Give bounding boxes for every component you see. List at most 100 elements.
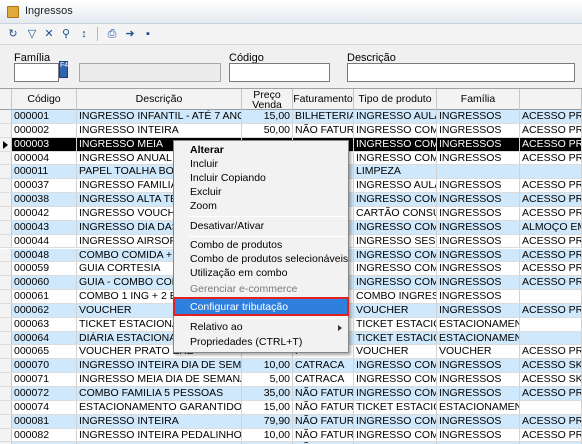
- table-row[interactable]: 000072 COMBO FAMILIA 5 PESSOAS 35,00 NÃO FA…: [0, 387, 582, 401]
- search-icon[interactable]: ⚲: [58, 26, 74, 42]
- cell-extra: ACESSO PRIN: [522, 303, 582, 317]
- cell-familia: INGRESSOS: [437, 276, 520, 290]
- save-icon[interactable]: ▪: [140, 26, 156, 42]
- cell-codigo: 000082: [12, 428, 77, 442]
- cell-extra: ACESSO PRIN: [522, 110, 582, 123]
- cell-tipo: INGRESSO COMUM: [354, 414, 437, 428]
- cell-codigo: 000062: [12, 303, 77, 317]
- cell-familia: INGRESSOS: [437, 428, 520, 442]
- menu-item-propriedades[interactable]: Propriedades (CTRL+T): [190, 336, 302, 349]
- cell-tipo: INGRESSO COMUM: [354, 220, 437, 234]
- table-row[interactable]: 000074 ESTACIONAMENTO GARANTIDO 15,00 NÃO F…: [0, 400, 582, 415]
- export-icon[interactable]: ➜: [122, 26, 138, 42]
- header-descricao[interactable]: Descrição: [77, 89, 242, 110]
- cell-familia: INGRESSOS: [437, 290, 520, 303]
- cell-tipo: TICKET ESTACION: [354, 331, 437, 345]
- cell-familia: INGRESSOS: [437, 151, 520, 165]
- header-familia[interactable]: Família: [437, 89, 520, 110]
- print-icon[interactable]: ⎙: [104, 26, 120, 42]
- cell-descricao: INGRESSO INTEIRA: [77, 414, 242, 428]
- cell-extra: [520, 165, 582, 179]
- cell-extra: [520, 290, 582, 303]
- row-indicator: [0, 276, 12, 290]
- menu-item-desativar-ativar[interactable]: Desativar/Ativar: [190, 220, 264, 233]
- menu-item-excluir[interactable]: Excluir: [190, 186, 222, 199]
- cell-codigo: 000048: [12, 248, 77, 262]
- menu-item-zoom[interactable]: Zoom: [190, 200, 217, 213]
- menu-item-incluir[interactable]: Incluir: [190, 158, 218, 171]
- toolbar: ↻ ▽ ✕ ⚲ ↕ ⎙ ➜ ▪: [0, 24, 582, 44]
- descricao-field[interactable]: [347, 63, 575, 82]
- familia-description-field: [79, 63, 221, 82]
- table-row[interactable]: 000081INGRESSO INTEIRA79,90NÃO FATURARIN…: [0, 414, 582, 429]
- menu-item-combo-selecionaveis[interactable]: Combo de produtos selecionáveis: [190, 253, 348, 266]
- cell-familia: INGRESSOS: [437, 179, 520, 193]
- cell-descricao: INGRESSO INTEIRA: [77, 123, 242, 137]
- cell-extra: ACESSO PRIN: [522, 234, 582, 248]
- menu-item-utilizacao-combo[interactable]: Utilização em combo: [190, 267, 287, 280]
- familia-field[interactable]: [14, 63, 59, 82]
- row-indicator: [0, 428, 12, 442]
- cell-faturamento: BILHETERIA: [295, 110, 354, 123]
- header-codigo[interactable]: Código: [12, 89, 77, 110]
- table-row[interactable]: 000002INGRESSO INTEIRA50,00NÃO FATURARIN…: [0, 123, 582, 138]
- cell-preco: 5,00: [242, 373, 293, 386]
- menu-item-gerenciar-ecommerce[interactable]: Gerenciar e-commerce: [190, 283, 297, 296]
- refresh-icon[interactable]: ↻: [5, 26, 21, 42]
- cell-extra: [520, 331, 582, 345]
- cell-extra: ACESSO PRIN: [522, 414, 582, 428]
- menu-item-configurar-tributacao[interactable]: Configurar tributação: [173, 297, 349, 316]
- header-preco[interactable]: Preço Venda: [242, 89, 293, 110]
- clear-filter-icon[interactable]: ✕: [41, 26, 57, 42]
- cell-codigo: 000070: [12, 359, 77, 373]
- cell-codigo: 000003: [12, 137, 77, 151]
- familia-lookup-button[interactable]: F4: [59, 61, 68, 78]
- ticket-app-icon: [7, 6, 19, 18]
- cell-familia: VOUCHER: [437, 345, 520, 359]
- cell-familia: INGRESSOS: [437, 234, 520, 248]
- cell-extra: ACESSO SKY: [522, 373, 582, 386]
- row-indicator: [0, 303, 12, 317]
- menu-item-relativo-ao[interactable]: Relativo ao: [190, 321, 243, 334]
- cell-tipo: CARTÃO CONSUMO: [354, 206, 437, 220]
- row-indicator: [0, 400, 12, 414]
- header-preco-line2: Venda: [252, 99, 282, 111]
- header-tipo[interactable]: Tipo de produto: [354, 89, 437, 110]
- cell-codigo: 000064: [12, 331, 77, 345]
- submenu-arrow-icon: [338, 325, 342, 331]
- grid-header: Código Descrição Preço Venda Faturamento…: [0, 89, 582, 110]
- cell-codigo: 000063: [12, 317, 77, 331]
- menu-item-combo-produtos[interactable]: Combo de produtos: [190, 239, 282, 252]
- filter-icon[interactable]: ▽: [24, 26, 40, 42]
- window-titlebar: Ingressos: [0, 0, 582, 24]
- table-row[interactable]: 000001 INGRESSO INFANTIL - ATÉ 7 ANOS 15,0…: [0, 110, 582, 124]
- cell-faturamento: NÃO FATURAR: [295, 387, 354, 400]
- cell-codigo: 000037: [12, 179, 77, 193]
- cell-codigo: 000060: [12, 276, 77, 290]
- header-faturamento[interactable]: Faturamento: [293, 89, 354, 110]
- cell-familia: [437, 165, 520, 179]
- header-extra[interactable]: [520, 89, 582, 110]
- cell-familia: INGRESSOS: [437, 414, 520, 428]
- cell-tipo: INGRESSO COMUM: [354, 387, 437, 400]
- header-indicator: [0, 89, 12, 110]
- menu-item-incluir-copiando[interactable]: Incluir Copiando: [190, 172, 266, 185]
- cell-tipo: INGRESSO COMUM: [354, 123, 437, 137]
- codigo-field[interactable]: [229, 63, 330, 82]
- cell-preco: 79,90: [242, 414, 293, 428]
- cell-extra: ACESSO PRIN: [522, 137, 582, 151]
- cell-tipo: COMBO INGRESSO: [354, 290, 437, 303]
- cell-familia: INGRESSOS: [437, 193, 520, 206]
- cell-codigo: 000071: [12, 373, 77, 386]
- table-row[interactable]: 000082 INGRESSO INTEIRA PEDALINHO 10,00 NÃO…: [0, 428, 582, 443]
- table-row[interactable]: 000071 INGRESSO MEIA DIA DE SEMANA 5,00 CAT…: [0, 373, 582, 387]
- table-row[interactable]: 000070INGRESSO INTEIRA DIA DE SEMANA10,0…: [0, 359, 582, 374]
- cell-extra: ACESSO SKY: [522, 359, 582, 373]
- cell-tipo: INGRESSO SESSÃO: [356, 234, 437, 248]
- cell-codigo: 000072: [12, 387, 77, 400]
- menu-item-alterar[interactable]: Alterar: [190, 144, 224, 157]
- row-indicator: [0, 220, 12, 234]
- cell-familia: INGRESSOS: [437, 387, 520, 400]
- row-indicator: [0, 123, 12, 137]
- sort-icon[interactable]: ↕: [76, 26, 92, 42]
